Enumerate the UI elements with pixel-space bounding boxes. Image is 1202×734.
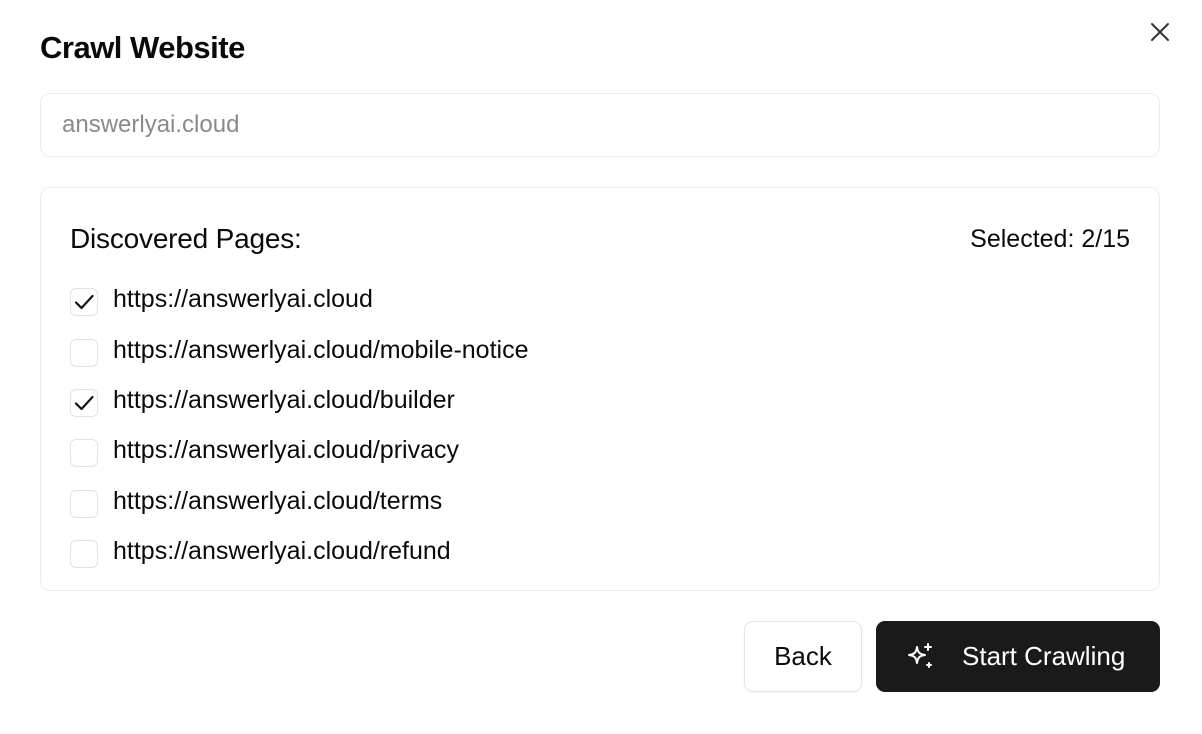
back-button[interactable]: Back [744, 621, 862, 692]
close-button[interactable] [1146, 18, 1174, 46]
page-list-item: https://answerlyai.cloud [70, 274, 528, 324]
page-checkbox[interactable] [70, 288, 98, 317]
page-list-item: https://answerlyai.cloud/builder [70, 375, 528, 425]
discovered-pages-panel: Discovered Pages: Selected: 2/15 https:/… [40, 187, 1160, 591]
discovered-pages-heading: Discovered Pages: [70, 223, 302, 254]
start-crawling-label: Start Crawling [962, 641, 1126, 671]
checkmark-icon [74, 295, 94, 310]
website-url-input[interactable] [40, 93, 1160, 157]
page-checkbox[interactable] [70, 388, 98, 417]
selected-count: Selected: 2/15 [970, 225, 1130, 253]
page-list: https://answerlyai.cloud https://answerl… [70, 274, 528, 576]
page-url: https://answerlyai.cloud/privacy [113, 436, 459, 465]
page-list-item: https://answerlyai.cloud/terms [70, 476, 528, 526]
dialog-title: Crawl Website [40, 30, 245, 65]
page-checkbox[interactable] [70, 439, 98, 468]
page-checkbox[interactable] [70, 540, 98, 569]
page-url: https://answerlyai.cloud/builder [113, 385, 455, 414]
page-checkbox[interactable] [70, 338, 98, 367]
page-url: https://answerlyai.cloud/mobile-notice [113, 335, 529, 364]
page-list-item: https://answerlyai.cloud/mobile-notice [70, 324, 528, 374]
page-checkbox[interactable] [70, 489, 98, 518]
page-list-item: https://answerlyai.cloud/privacy [70, 425, 528, 475]
crawl-website-dialog: Crawl Website Discovered Pages: Selected… [0, 0, 1202, 734]
page-url: https://answerlyai.cloud/refund [113, 537, 451, 566]
page-url: https://answerlyai.cloud [113, 285, 373, 314]
checkmark-icon [74, 395, 94, 411]
close-icon [1151, 23, 1169, 41]
page-list-item: https://answerlyai.cloud/refund [70, 526, 528, 576]
page-url: https://answerlyai.cloud/terms [113, 486, 443, 515]
sparkle-icon [904, 641, 936, 673]
start-crawling-button[interactable]: Start Crawling [876, 621, 1160, 692]
